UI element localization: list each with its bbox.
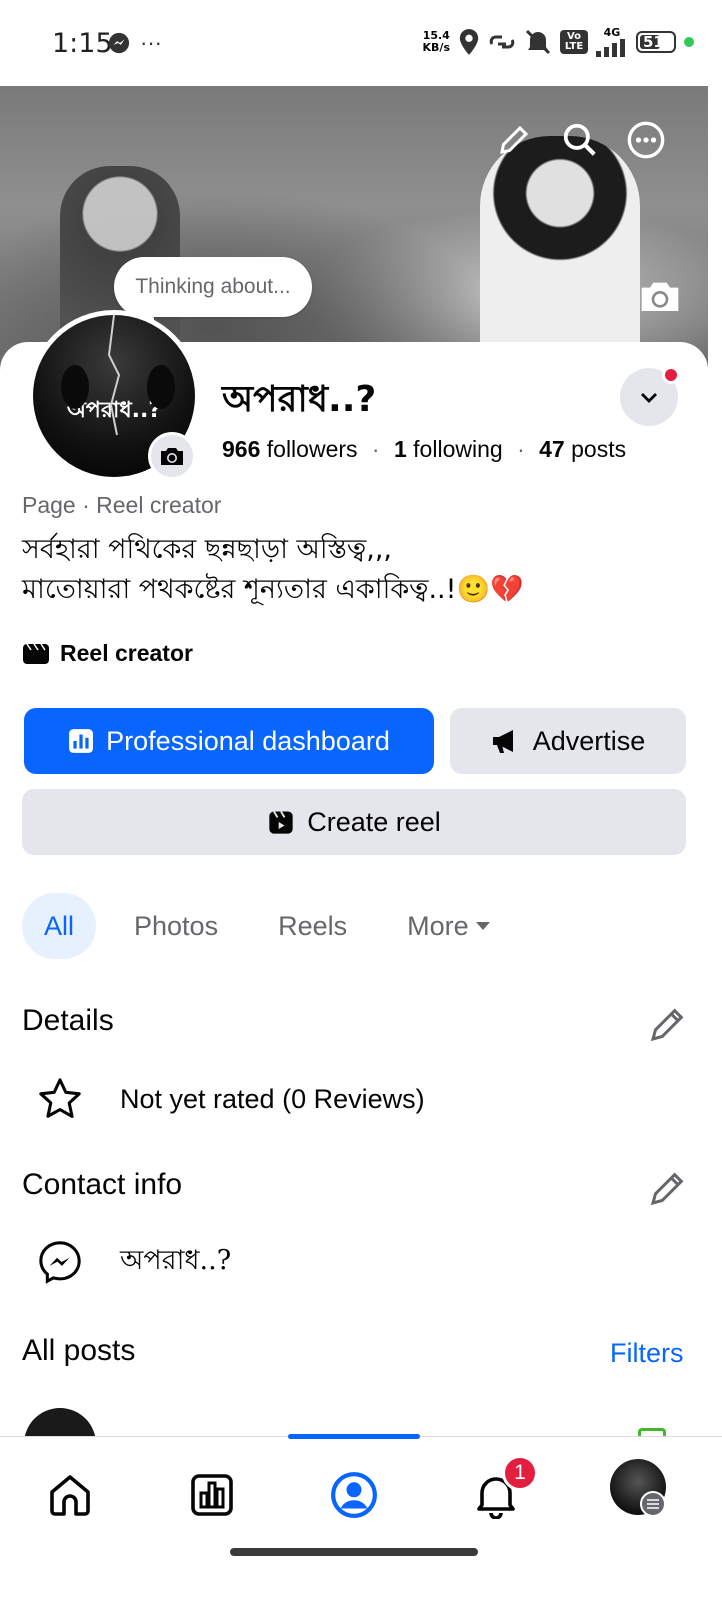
professional-dashboard-label: Professional dashboard [106,725,390,756]
edit-contact-icon[interactable] [648,1168,688,1208]
megaphone-icon [492,730,513,753]
tab-more[interactable]: More [385,893,513,959]
pencil-icon [500,125,529,154]
mute-icon [525,29,551,54]
avatar-camera-button[interactable] [148,432,196,480]
details-heading: Details [22,1004,114,1037]
chevron-down-icon [641,393,657,403]
posts-count: 47 [539,436,565,462]
contact-info-heading: Contact info [22,1168,183,1201]
status-right-icons: 15.4 KB/s Vo LTE 4G 51 [423,26,694,57]
volte-icon: Vo LTE [560,29,588,54]
following-count[interactable]: 1 [394,436,407,462]
camera-icon [641,282,679,311]
network-type: 4G [603,26,621,39]
page-category: Page · Reel creator [22,492,222,518]
thought-bubble[interactable]: Thinking about... [114,257,312,317]
posts-label: posts [571,436,627,462]
network-speed-unit: KB/s [422,40,450,54]
create-reel-button[interactable]: Create reel [22,789,686,855]
more-options-button[interactable] [622,116,670,164]
more-icon [627,121,665,159]
following-label[interactable]: following [413,436,503,462]
profile-stats: 966 followers · 1 following · 47 posts [222,436,627,462]
professional-dashboard-button[interactable]: Professional dashboard [24,708,434,774]
page-title: অপরাধ..? [222,379,377,420]
nav-home[interactable] [40,1465,100,1525]
link-icon [489,35,515,48]
filters-link[interactable]: Filters [610,1338,684,1369]
tab-all[interactable]: All [22,893,97,959]
privacy-indicator [684,36,694,47]
bottom-nav: 1 [0,1434,722,1600]
messenger-username: অপরাধ..? [120,1244,232,1276]
dashboard-icon [191,1474,233,1516]
edit-pencil-button[interactable] [490,116,538,164]
chart-icon [69,729,94,753]
network-speed: 15.4 KB/s [422,28,450,54]
profile-tabs: All Photos Reels More [22,893,529,959]
rating-row[interactable]: Not yet rated (0 Reviews) [36,1075,425,1123]
star-icon [39,1078,81,1118]
followers-count[interactable]: 966 [222,436,260,462]
advertise-button[interactable]: Advertise [450,708,686,774]
search-button[interactable] [556,116,604,164]
status-overflow: ··· [140,30,162,55]
battery-icon: 51 [636,30,676,53]
messenger-contact-row[interactable]: অপরাধ..? [36,1238,231,1286]
active-tab-indicator [288,1434,420,1439]
bio-line-1: সর্বহারা পথিকের ছন্নছাড়া অস্তিত্ব,,, [22,534,392,565]
clapperboard-icon [23,643,49,664]
messenger-icon [39,1241,81,1284]
notification-badge: 1 [502,1455,538,1491]
signal-icon [596,39,625,57]
search-icon [563,123,596,156]
tab-reels[interactable]: Reels [256,893,369,959]
bio-line-2: মাতোয়ারা পথকষ্টের শূন্যতার একাকিত্ব..!🙂… [22,574,524,605]
home-icon [50,1475,90,1516]
nav-profile[interactable] [324,1465,384,1525]
signal-4g: 4G [596,26,628,57]
home-gesture-bar[interactable] [230,1548,478,1556]
followers-label[interactable]: followers [267,436,358,462]
reel-icon [269,811,293,834]
bio: সর্বহারা পথিকের ছন্নছাড়া অস্তিত্ব,,, মা… [22,530,524,610]
reel-creator-tag: Reel creator [22,640,193,667]
status-left-icons: ··· [108,30,162,56]
create-reel-label: Create reel [307,806,441,837]
status-time: 1:15 [52,28,113,59]
menu-hamburger-icon [640,1491,666,1517]
location-icon [459,28,479,55]
reel-creator-label: Reel creator [60,640,193,666]
battery-level: 51 [643,32,664,51]
cover-camera-button[interactable] [638,276,682,316]
network-speed-value: 15.4 [422,28,450,42]
all-posts-heading: All posts [22,1334,136,1367]
edit-details-icon[interactable] [648,1004,688,1044]
tab-photos[interactable]: Photos [112,893,240,959]
tab-more-label: More [407,910,469,941]
advertise-label: Advertise [532,725,646,756]
messenger-notification-icon [108,32,130,54]
rating-text: Not yet rated (0 Reviews) [120,1083,425,1114]
profile-icon [331,1472,377,1518]
nav-dashboard[interactable] [182,1465,242,1525]
status-bar: 1:15 ··· 15.4 KB/s Vo LTE 4G 51 [0,0,722,86]
camera-icon [161,448,183,465]
caret-down-icon [475,922,490,930]
notification-dot [662,366,680,384]
